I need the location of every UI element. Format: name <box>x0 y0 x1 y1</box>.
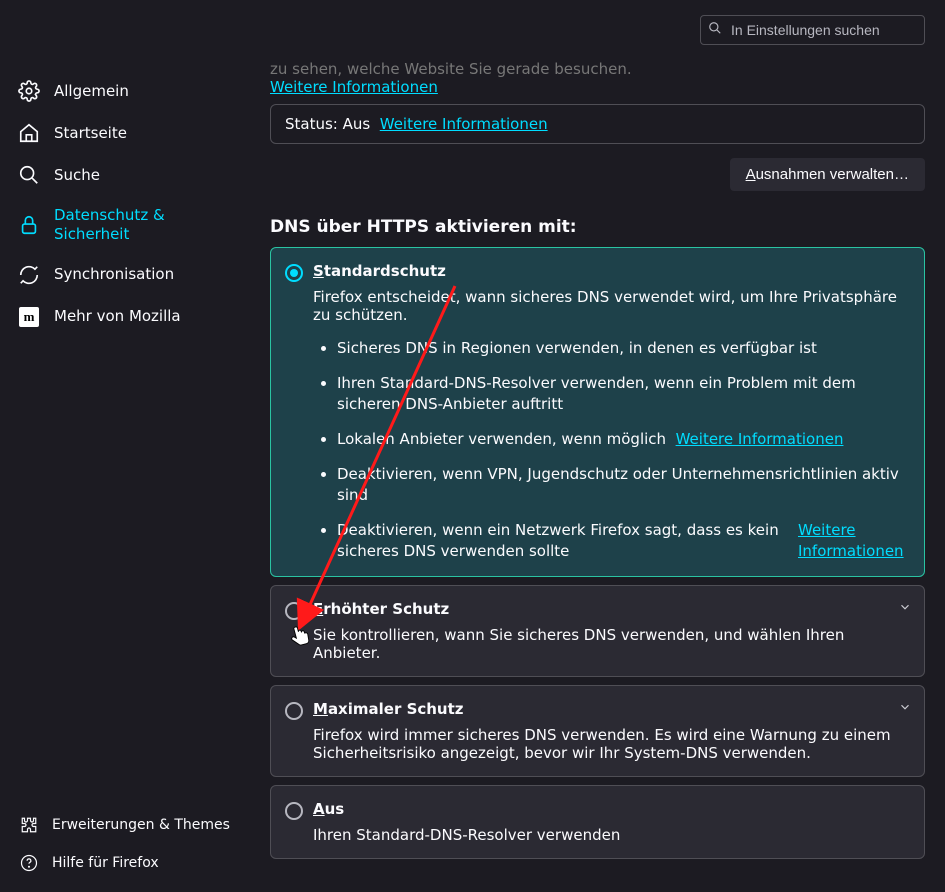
option-title: Standardschutz <box>313 262 908 280</box>
bullet-text: Ihren Standard-DNS-Resolver verwenden, w… <box>337 374 856 413</box>
radio-icon <box>285 602 303 620</box>
sidebar-bottom-label: Erweiterungen & Themes <box>52 817 230 833</box>
status-learn-more-link[interactable]: Weitere Informationen <box>380 115 548 133</box>
home-icon <box>18 122 40 144</box>
gear-icon <box>18 80 40 102</box>
doh-option-off[interactable]: Aus Ihren Standard-DNS-Resolver verwende… <box>270 785 925 859</box>
truncated-intro-text: zu sehen, welche Website Sie gerade besu… <box>270 60 930 78</box>
sidebar-item-label: Startseite <box>54 124 127 143</box>
sidebar-item-search[interactable]: Suche <box>8 154 232 196</box>
sync-icon <box>18 264 40 286</box>
doh-option-standard[interactable]: Standardschutz Firefox entscheidet, wann… <box>270 247 925 577</box>
bullet-text: Lokalen Anbieter verwenden, wenn möglich <box>337 430 666 448</box>
option-bullets: Sicheres DNS in Regionen verwenden, in d… <box>313 338 908 562</box>
sidebar-item-label: Mehr von Mozilla <box>54 307 181 326</box>
sidebar-item-home[interactable]: Startseite <box>8 112 232 154</box>
settings-sidebar: Allgemein Startseite Suche Datenschutz &… <box>0 70 240 338</box>
chevron-down-icon <box>898 600 912 618</box>
mozilla-icon: m <box>18 306 40 328</box>
sidebar-item-privacy[interactable]: Datenschutz & Sicherheit <box>8 196 232 254</box>
option-desc: Sie kontrollieren, wann Sie sicheres DNS… <box>313 626 908 662</box>
settings-content: zu sehen, welche Website Sie gerade besu… <box>270 60 930 867</box>
manage-exceptions-button[interactable]: Ausnahmen verwalten… <box>730 158 925 191</box>
sidebar-bottom: Erweiterungen & Themes Hilfe für Firefox <box>0 806 260 882</box>
lock-icon <box>18 214 40 236</box>
bullet-text: Sicheres DNS in Regionen verwenden, in d… <box>337 339 817 357</box>
doh-option-max[interactable]: Maximaler Schutz Firefox wird immer sich… <box>270 685 925 777</box>
bullet-link[interactable]: Weitere Informationen <box>676 430 844 448</box>
sidebar-item-label: Suche <box>54 166 100 185</box>
sidebar-extensions-themes[interactable]: Erweiterungen & Themes <box>8 806 252 844</box>
option-desc: Ihren Standard-DNS-Resolver verwenden <box>313 826 908 844</box>
doh-status-box: Status: Aus Weitere Informationen <box>270 104 925 144</box>
doh-option-increased[interactable]: Erhöhter Schutz Sie kontrollieren, wann … <box>270 585 925 677</box>
radio-icon <box>285 802 303 820</box>
sidebar-item-label: Datenschutz & Sicherheit <box>54 206 222 244</box>
option-title: Maximaler Schutz <box>313 700 908 718</box>
settings-search-wrap <box>700 15 925 45</box>
learn-more-link[interactable]: Weitere Informationen <box>270 78 930 96</box>
sidebar-item-sync[interactable]: Synchronisation <box>8 254 232 296</box>
bullet-link[interactable]: Weitere Informationen <box>798 520 908 562</box>
sidebar-item-label: Synchronisation <box>54 265 174 284</box>
option-title: Erhöhter Schutz <box>313 600 908 618</box>
sidebar-help[interactable]: Hilfe für Firefox <box>8 844 252 882</box>
status-text: Status: Aus <box>285 115 370 133</box>
option-desc: Firefox entscheidet, wann sicheres DNS v… <box>313 288 908 324</box>
puzzle-icon <box>18 814 40 836</box>
bullet-text: Deaktivieren, wenn ein Netzwerk Firefox … <box>337 520 788 562</box>
option-title: Aus <box>313 800 908 818</box>
search-icon <box>18 164 40 186</box>
help-icon <box>18 852 40 874</box>
sidebar-item-more-mozilla[interactable]: m Mehr von Mozilla <box>8 296 232 338</box>
sidebar-item-general[interactable]: Allgemein <box>8 70 232 112</box>
settings-search-input[interactable] <box>700 15 925 45</box>
sidebar-bottom-label: Hilfe für Firefox <box>52 855 159 871</box>
doh-section-title: DNS über HTTPS aktivieren mit: <box>270 217 930 237</box>
option-desc: Firefox wird immer sicheres DNS verwende… <box>313 726 908 762</box>
sidebar-item-label: Allgemein <box>54 82 129 101</box>
radio-icon <box>285 702 303 720</box>
radio-icon <box>285 264 303 282</box>
chevron-down-icon <box>898 700 912 718</box>
bullet-text: Deaktivieren, wenn VPN, Jugendschutz ode… <box>337 465 899 504</box>
